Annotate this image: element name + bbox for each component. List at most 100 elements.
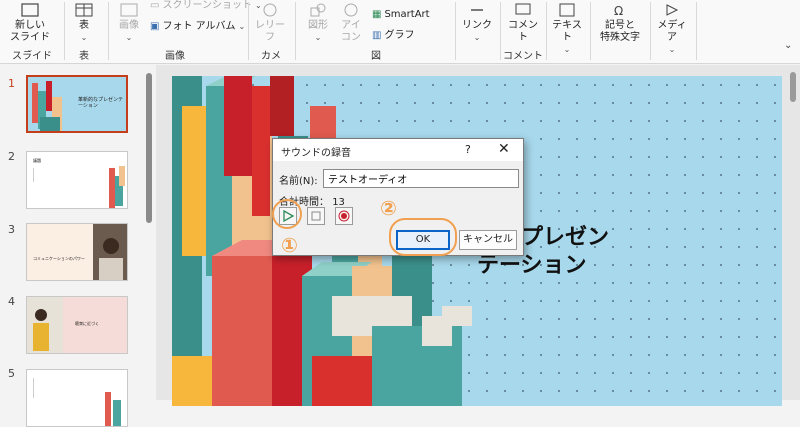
symbols-label: 記号と 特殊文字 xyxy=(600,20,640,43)
media-button[interactable]: メディア ⌄ xyxy=(654,2,690,56)
media-icon xyxy=(666,4,679,16)
thumbnail-scrollbar[interactable] xyxy=(146,73,152,223)
smartart-icon: ▦ xyxy=(372,9,382,20)
smartart-button[interactable]: ▦ SmartArt xyxy=(372,9,430,21)
link-button[interactable]: リンク ⌄ xyxy=(462,2,492,44)
thumbnail-lines xyxy=(33,168,53,182)
icons-icon xyxy=(344,3,358,17)
divider xyxy=(455,2,456,60)
collapse-ribbon-icon[interactable]: ⌄ xyxy=(784,40,792,51)
chevron-down-icon: ⌄ xyxy=(473,33,481,42)
table-label: 表 xyxy=(79,20,89,31)
thumbnail-number: 2 xyxy=(8,150,15,163)
photo-album-button[interactable]: ▣ フォト アルバム ⌄ xyxy=(150,21,245,33)
chevron-down-icon: ⌄ xyxy=(238,22,246,31)
thumbnail-slide-5[interactable] xyxy=(26,369,128,427)
stop-icon xyxy=(311,211,321,221)
smartart-label: SmartArt xyxy=(384,9,430,20)
close-icon[interactable]: ✕ xyxy=(498,141,510,157)
thumbnail-title: 聴衆に近づく xyxy=(75,321,99,326)
thumbnail-number: 3 xyxy=(8,223,15,236)
chevron-down-icon: ⌄ xyxy=(668,45,676,54)
cameo-icon xyxy=(263,3,277,17)
thumbnail-lines xyxy=(33,378,73,398)
editor-scrollbar[interactable] xyxy=(790,72,796,102)
textbox-button[interactable]: テキスト ⌄ xyxy=(550,2,584,56)
annotation-ring-play xyxy=(272,199,302,229)
divider xyxy=(108,2,109,60)
chevron-down-icon: ⌄ xyxy=(563,45,571,54)
table-icon xyxy=(75,3,93,17)
chart-icon: ▥ xyxy=(372,30,382,41)
symbols-button[interactable]: Ω 記号と 特殊文字 xyxy=(594,2,646,44)
photo-album-icon: ▣ xyxy=(150,21,160,32)
shapes-button[interactable]: 図形 ⌄ xyxy=(304,2,332,44)
thumbnail-pane: 1 革新的なプレゼンテーション 2 議題 3 コミュニケーションのパワー 4 聴… xyxy=(0,65,156,427)
cameo-label: レリー フ xyxy=(255,20,285,43)
divider xyxy=(295,2,296,60)
group-label-illustration: 図 xyxy=(371,51,381,62)
screenshot-button[interactable]: ▭ スクリーンショット ⌄ xyxy=(150,0,262,12)
thumbnail-photo xyxy=(93,224,127,280)
symbol-icon: Ω xyxy=(614,4,623,18)
icons-label: アイ コン xyxy=(341,20,361,43)
textbox-icon xyxy=(559,3,575,17)
comment-icon xyxy=(515,3,531,15)
thumbnail-number: 1 xyxy=(8,77,15,90)
divider xyxy=(590,2,591,60)
annotation-ring-ok xyxy=(389,218,457,256)
thumbnail-photo xyxy=(27,297,63,353)
new-slide-label: 新しい スライド xyxy=(10,20,50,43)
image-icon xyxy=(120,3,138,17)
help-button[interactable]: ? xyxy=(465,143,471,156)
thumbnail-slide-2[interactable]: 議題 xyxy=(26,151,128,209)
table-button[interactable]: 表 ⌄ xyxy=(70,2,98,44)
thumbnail-title: コミュニケーションのパワー xyxy=(33,256,85,261)
divider xyxy=(500,2,501,60)
cameo-button[interactable]: レリー フ xyxy=(255,2,285,44)
comment-label: コメント xyxy=(508,20,538,43)
link-icon xyxy=(471,9,483,11)
screenshot-label: スクリーンショット xyxy=(162,0,252,11)
icons-button[interactable]: アイ コン xyxy=(338,2,364,44)
comment-button[interactable]: コメント xyxy=(505,2,541,44)
divider xyxy=(546,2,547,60)
dialog-titlebar[interactable]: サウンドの録音 ? ✕ xyxy=(273,139,523,161)
thumbnail-image xyxy=(105,392,121,426)
divider xyxy=(248,2,249,60)
thumbnail-title: 革新的なプレゼンテーション xyxy=(78,97,124,109)
annotation-number-1: ① xyxy=(281,233,298,257)
image-button[interactable]: 画像 ⌄ xyxy=(114,2,144,44)
graph-button[interactable]: ▥ グラフ xyxy=(372,30,414,42)
annotation-number-2: ② xyxy=(380,196,397,220)
name-label: 名前(N): xyxy=(279,176,318,187)
shapes-icon xyxy=(310,3,326,17)
dialog-title: サウンドの録音 xyxy=(281,148,351,159)
chevron-down-icon: ⌄ xyxy=(80,33,88,42)
new-slide-icon xyxy=(21,3,39,17)
thumbnail-number: 4 xyxy=(8,295,15,308)
group-label-image: 画像 xyxy=(165,51,185,62)
divider xyxy=(650,2,651,60)
divider xyxy=(696,2,697,60)
chevron-down-icon: ⌄ xyxy=(125,33,133,42)
thumbnail-slide-3[interactable]: コミュニケーションのパワー xyxy=(26,223,128,281)
thumbnail-slide-1[interactable]: 革新的なプレゼンテーション xyxy=(26,75,128,133)
ribbon: 新しい スライド ⌄ スライド 表 ⌄ 表 画像 ⌄ ▭ スクリーンショット ⌄ ▣ フォト… xyxy=(0,0,800,77)
divider xyxy=(64,2,65,60)
group-label-comment: コメント xyxy=(503,51,543,62)
group-label-slide: スライド xyxy=(12,51,52,62)
textbox-label: テキスト xyxy=(552,20,582,43)
record-button[interactable] xyxy=(335,207,353,225)
thumbnail-number: 5 xyxy=(8,367,15,380)
image-label: 画像 xyxy=(119,20,139,31)
thumbnail-title: 議題 xyxy=(33,158,41,163)
media-label: メディア xyxy=(657,20,687,43)
record-icon xyxy=(338,210,350,222)
name-input[interactable] xyxy=(323,169,519,188)
cancel-button[interactable]: キャンセル xyxy=(459,230,517,250)
thumbnail-image xyxy=(109,166,125,208)
thumbnail-slide-4[interactable]: 聴衆に近づく xyxy=(26,296,128,354)
link-label: リンク xyxy=(462,20,492,31)
stop-button[interactable] xyxy=(307,207,325,225)
